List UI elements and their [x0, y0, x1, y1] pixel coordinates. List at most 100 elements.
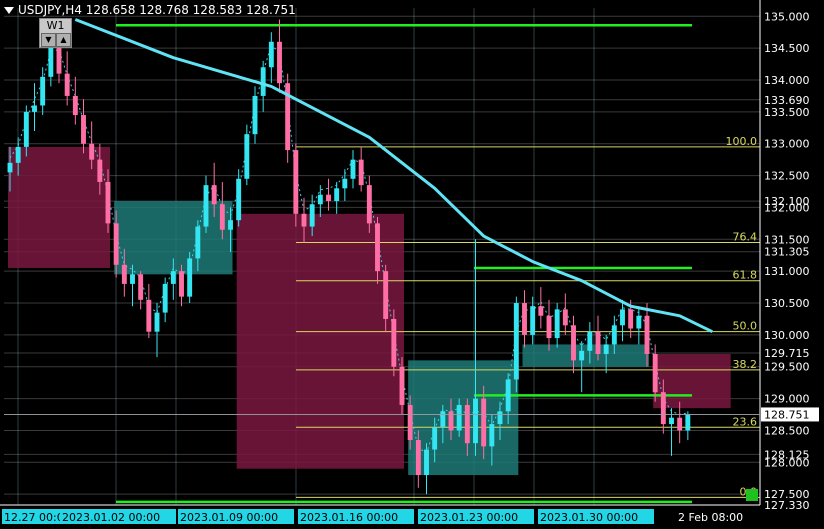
ohlc-values: 128.658 128.768 128.583 128.751	[85, 3, 296, 17]
candle-body	[138, 274, 144, 300]
fib-label: 100.0	[726, 135, 758, 148]
candle-body	[644, 315, 650, 354]
candle-body	[342, 178, 348, 189]
candle-body	[350, 159, 356, 179]
candle-body	[513, 303, 519, 380]
candle-body	[579, 350, 585, 361]
candle-body	[293, 150, 299, 214]
candle-body	[358, 159, 364, 186]
candle-body	[660, 392, 666, 425]
candle-body	[611, 325, 617, 345]
candle-body	[48, 44, 54, 77]
time-tick-label: 2023.01.09 00:00	[180, 511, 278, 524]
price-tick-label: 127.330	[764, 499, 810, 512]
candle-body	[162, 283, 168, 313]
price-tick-label: 130.500	[764, 297, 810, 310]
candle-body	[399, 366, 405, 405]
candle-body	[620, 309, 625, 326]
candle-body	[252, 95, 258, 135]
timeframe-widget[interactable]: W1 ▼ ▲	[39, 18, 72, 48]
time-tick-label: 2023.01.02 00:00	[62, 511, 160, 524]
price-tick-label: 131.305	[764, 246, 810, 259]
candle-body	[473, 398, 478, 444]
price-tick-label: 128.751	[764, 408, 810, 421]
candle-body	[89, 143, 95, 160]
arrow-up-icon[interactable]: ▲	[56, 33, 71, 47]
candle-body	[121, 264, 127, 284]
candle-body	[375, 223, 380, 272]
candle-body	[219, 204, 225, 230]
fib-label: 23.6	[733, 415, 758, 428]
price-tick-label: 128.000	[764, 456, 810, 469]
candle-body	[326, 194, 331, 202]
candle-body	[489, 424, 495, 447]
candle-body	[636, 315, 642, 329]
price-chart[interactable]: 100.076.461.850.038.223.60.0135.000134.5…	[0, 0, 824, 529]
candle-body	[628, 309, 634, 329]
candle-body	[146, 299, 152, 332]
time-tick-label: 2023.01.16 00:00	[300, 511, 398, 524]
candle-body	[481, 398, 487, 447]
fib-label: 50.0	[733, 320, 758, 333]
price-tick-label: 131.500	[764, 233, 810, 246]
shift-marker-icon[interactable]	[746, 489, 758, 501]
candle-body	[179, 271, 184, 297]
candle-body	[685, 414, 691, 431]
price-tick-label: 129.000	[764, 393, 810, 406]
candle-body	[538, 306, 544, 316]
candle-body	[187, 258, 193, 297]
candle-body	[669, 417, 674, 425]
candle-body	[317, 194, 323, 205]
candle-body	[154, 312, 160, 332]
timeframe-label: W1	[46, 19, 65, 32]
candle-body	[366, 185, 372, 224]
time-tick-label: 2023.01.30 00:00	[540, 511, 638, 524]
candle-body	[652, 353, 658, 393]
candle-body	[497, 411, 503, 425]
candle-body	[7, 162, 13, 173]
candle-body	[32, 105, 37, 112]
chart-area[interactable]: 100.076.461.850.038.223.60.0135.000134.5…	[0, 0, 824, 529]
candle-body	[244, 134, 250, 179]
candle-body	[40, 76, 46, 106]
candle-body	[554, 309, 560, 339]
dropdown-triangle-icon[interactable]	[4, 7, 14, 14]
chart-header: USDJPY,H4 128.658 128.768 128.583 128.75…	[4, 3, 296, 17]
candle-body	[81, 115, 86, 144]
candle-body	[432, 427, 438, 450]
candle-body	[268, 41, 274, 68]
candle-body	[97, 159, 103, 182]
candle-body	[456, 404, 462, 431]
candle-body	[277, 41, 282, 84]
candle-body	[522, 303, 527, 335]
candle-body	[64, 73, 70, 96]
symbol-label: USDJPY,H4	[18, 3, 82, 17]
candle-body	[464, 404, 470, 444]
candle-body	[170, 271, 176, 284]
arrow-down-icon[interactable]: ▼	[41, 33, 56, 47]
candle-body	[113, 223, 119, 265]
candle-body	[505, 379, 511, 412]
price-tick-label: 133.500	[764, 106, 810, 119]
candle-body	[424, 449, 429, 476]
price-tick-label: 132.500	[764, 170, 810, 183]
price-tick-label: 133.000	[764, 138, 810, 151]
candle-body	[571, 325, 576, 361]
candle-body	[56, 44, 62, 74]
time-tick-label: 2023.01.23 00:00	[420, 511, 518, 524]
fib-label: 61.8	[733, 269, 758, 282]
candle-body	[72, 95, 78, 116]
candle-body	[15, 146, 21, 163]
candle-body	[603, 344, 609, 354]
candle-body	[440, 411, 446, 428]
candle-body	[211, 185, 217, 205]
price-tick-label: 129.500	[764, 361, 810, 374]
price-tick-label: 133.690	[764, 94, 810, 107]
candle-body	[236, 178, 242, 221]
candle-body	[383, 271, 389, 319]
supply-zone	[8, 146, 110, 268]
candle-body	[105, 181, 111, 224]
candle-body	[301, 213, 307, 227]
candle-body	[677, 417, 683, 431]
candle-body	[562, 309, 568, 326]
